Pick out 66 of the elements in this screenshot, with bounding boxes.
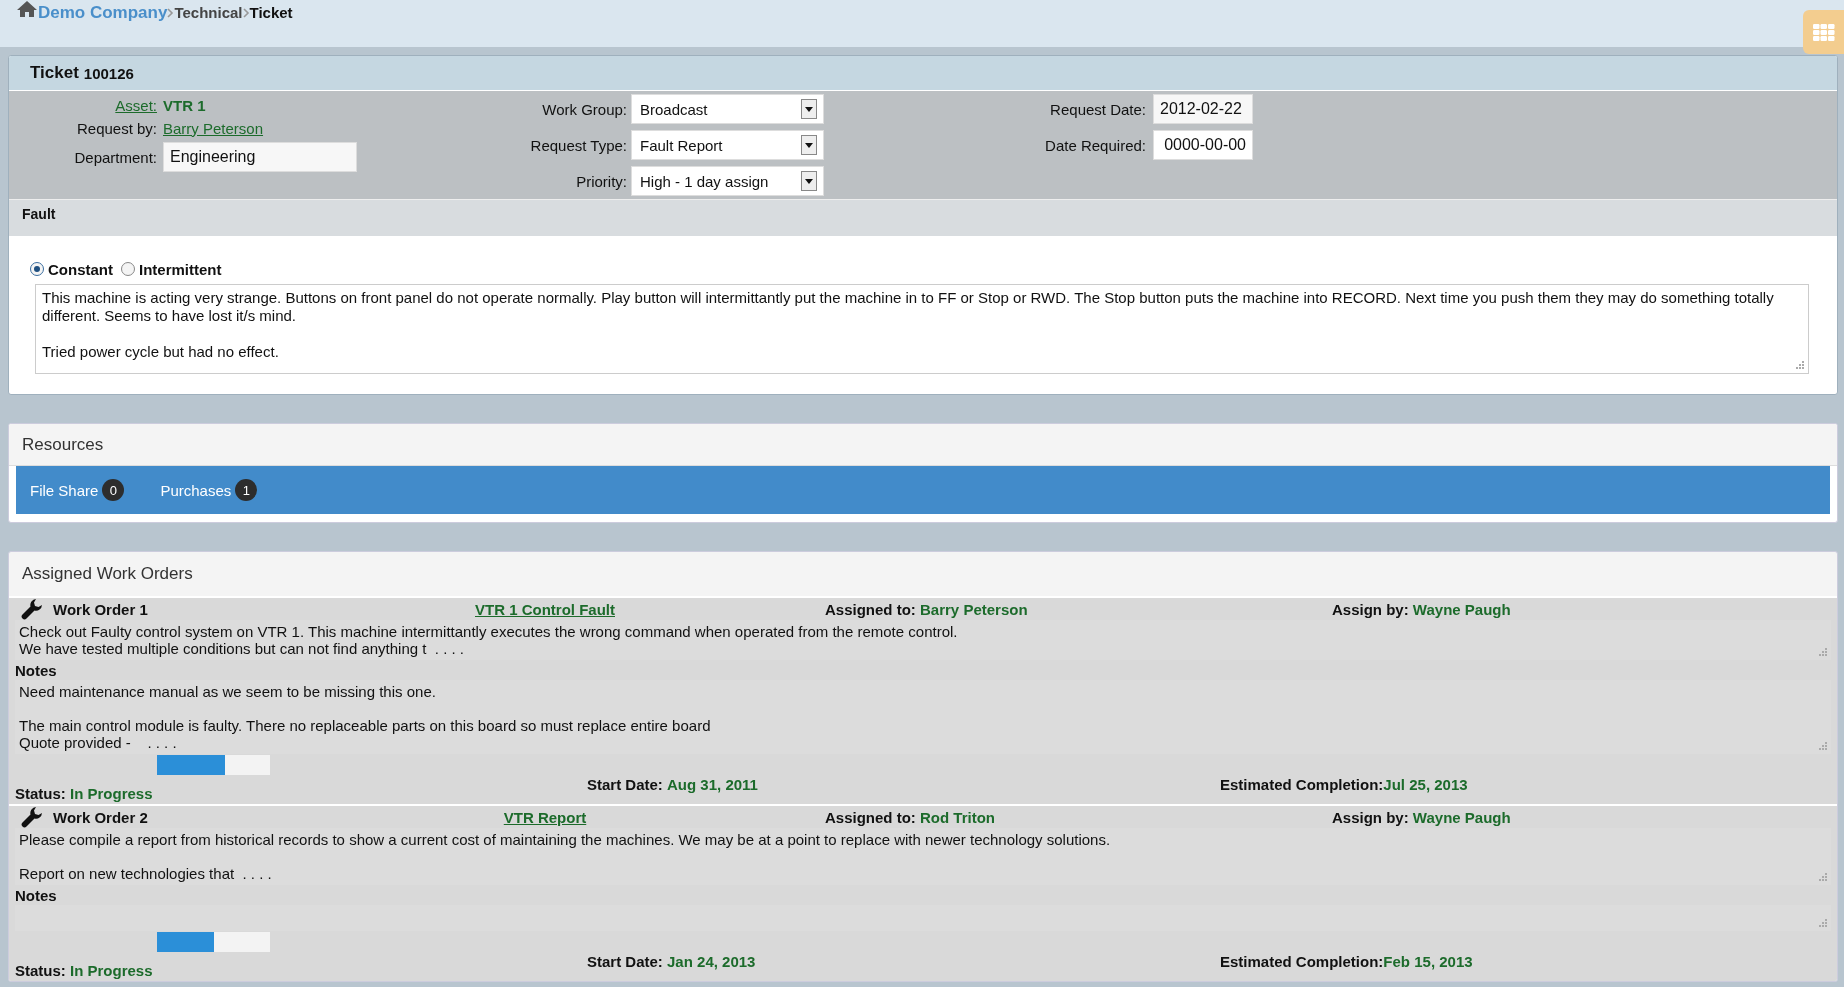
- breadcrumb-current: Ticket: [249, 4, 293, 21]
- caret-icon: [801, 99, 817, 119]
- work-group-dropdown[interactable]: Broadcast: [631, 94, 824, 124]
- radio-button[interactable]: [121, 262, 135, 276]
- work-order-label: Work Order 1: [53, 600, 148, 618]
- estimated-completion-value: Feb 15, 2013: [1383, 953, 1473, 970]
- start-date-value: Aug 31, 2011: [667, 776, 758, 793]
- asset-link[interactable]: Asset:: [115, 96, 157, 114]
- resource-tab[interactable]: File Share 0: [30, 475, 125, 505]
- requester-link[interactable]: Barry Peterson: [163, 119, 264, 137]
- asset-value: VTR 1: [163, 96, 206, 114]
- fault-description-field[interactable]: This machine is acting very strange. Buttons on front panel do not operate normally. Play button will intermittantly put the machine in to FF or Stop or RWD. The Stop button puts the machine into RECORD. Next time you push them they may do something totally different. Seems to have lost it/s mind. Tried power cycle but had no effect.: [35, 284, 1809, 374]
- priority-dropdown[interactable]: High - 1 day assign: [631, 166, 824, 196]
- work-orders-title: Assigned Work Orders: [21, 563, 194, 585]
- home-icon: [16, 0, 38, 18]
- start-date-label: Start Date:: [587, 776, 663, 793]
- breadcrumb-link[interactable]: Technical: [174, 4, 243, 21]
- work-order-link[interactable]: VTR 1 Control Fault: [475, 600, 615, 618]
- radio-label: Intermittent: [139, 260, 222, 278]
- date-required-field[interactable]: 0000-00-00: [1153, 130, 1253, 160]
- count-badge: 1: [235, 479, 258, 501]
- count-badge: 0: [102, 479, 125, 501]
- department-field[interactable]: Engineering: [163, 142, 357, 172]
- resize-grip-icon: [1818, 647, 1827, 656]
- assignee-name: Barry Peterson: [920, 600, 1028, 618]
- grid-icon: [1812, 23, 1835, 41]
- work-order-link[interactable]: VTR Report: [503, 808, 587, 826]
- radio-button[interactable]: [30, 262, 44, 276]
- estimated-completion-label: Estimated Completion:: [1220, 953, 1384, 970]
- assignee-name: Rod Triton: [920, 808, 995, 826]
- assigned-to-label: Assigned to:: [825, 808, 916, 826]
- fault-header: Fault: [9, 200, 1837, 236]
- resize-grip-icon: [1818, 872, 1827, 881]
- caret-icon: [801, 135, 817, 155]
- assign-by-label: Assign by:: [1332, 808, 1409, 826]
- status-value: In Progress: [70, 962, 153, 979]
- notes-label: Notes: [15, 660, 58, 680]
- status-label: Status:: [15, 962, 66, 979]
- notes-label: Notes: [15, 885, 58, 905]
- resize-grip-icon: [1795, 360, 1804, 369]
- assign-by-label: Assign by:: [1332, 600, 1409, 618]
- estimated-completion-label: Estimated Completion:: [1220, 776, 1384, 793]
- wrench-icon: [21, 806, 43, 828]
- resources-title: Resources: [9, 424, 1837, 466]
- wrench-icon: [21, 598, 43, 620]
- ticket-number: 100126: [83, 64, 134, 82]
- start-date-value: Jan 24, 2013: [667, 953, 756, 970]
- radio-label: Constant: [48, 260, 113, 278]
- estimated-completion-value: Jul 25, 2013: [1383, 776, 1468, 793]
- start-date-label: Start Date:: [587, 953, 663, 970]
- status-label: Status:: [15, 785, 66, 802]
- ticket-title: Ticket: [30, 63, 79, 83]
- chevron-icon: [242, 8, 250, 18]
- assigner-name: Wayne Paugh: [1412, 600, 1511, 618]
- caret-icon: [801, 171, 817, 191]
- department-label: Department:: [74, 148, 157, 166]
- request-type-dropdown[interactable]: Fault Report: [631, 130, 824, 160]
- resource-tab[interactable]: Purchases 1: [160, 475, 258, 505]
- status-value: In Progress: [70, 785, 153, 802]
- request-date-field[interactable]: 2012-02-22: [1153, 94, 1253, 124]
- resize-grip-icon: [1818, 741, 1827, 750]
- work-order-label: Work Order 2: [53, 808, 148, 826]
- assigner-name: Wayne Paugh: [1412, 808, 1511, 826]
- priority-label: Priority:: [576, 172, 627, 190]
- assigned-to-label: Assigned to:: [825, 600, 916, 618]
- chevron-icon: [167, 8, 175, 18]
